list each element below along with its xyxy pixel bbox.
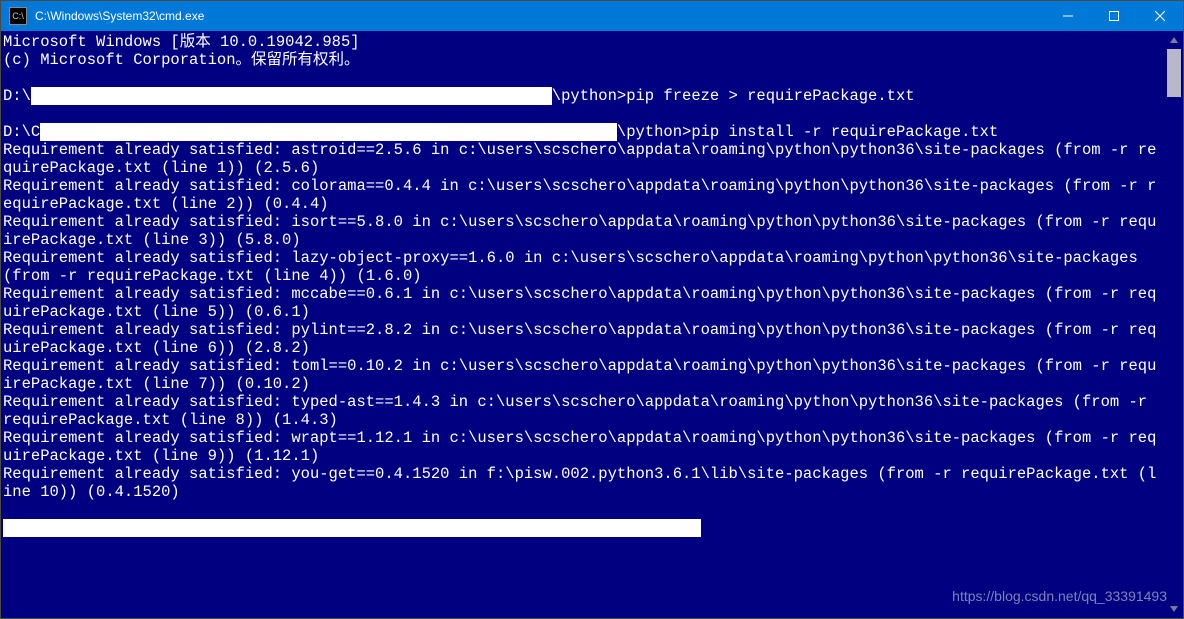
cmd-icon-text: C:\ bbox=[12, 11, 24, 21]
scroll-down-button[interactable] bbox=[1165, 600, 1183, 618]
output-toml: Requirement already satisfied: toml==0.1… bbox=[3, 357, 1156, 393]
prompt-1-cmd: \python>pip freeze > requirePackage.txt bbox=[552, 87, 915, 105]
scroll-thumb[interactable] bbox=[1167, 49, 1181, 97]
redacted-path-2 bbox=[40, 123, 617, 141]
output-pylint: Requirement already satisfied: pylint==2… bbox=[3, 321, 1156, 357]
close-button[interactable] bbox=[1137, 1, 1183, 31]
output-mccabe: Requirement already satisfied: mccabe==0… bbox=[3, 285, 1156, 321]
header-line-1: Microsoft Windows [版本 10.0.19042.985] bbox=[3, 33, 360, 51]
maximize-button[interactable] bbox=[1091, 1, 1137, 31]
cmd-window: C:\ C:\Windows\System32\cmd.exe Microsof… bbox=[0, 0, 1184, 619]
output-typed-ast: Requirement already satisfied: typed-ast… bbox=[3, 393, 1156, 429]
prompt-2-prefix: D:\C bbox=[3, 123, 40, 141]
output-colorama: Requirement already satisfied: colorama=… bbox=[3, 177, 1156, 213]
header-line-2: (c) Microsoft Corporation。保留所有权利。 bbox=[3, 51, 360, 69]
prompt-1-prefix: D:\ bbox=[3, 87, 31, 105]
output-isort: Requirement already satisfied: isort==5.… bbox=[3, 213, 1156, 249]
scroll-up-button[interactable] bbox=[1165, 31, 1183, 49]
scrollbar[interactable] bbox=[1165, 31, 1183, 618]
minimize-button[interactable] bbox=[1045, 1, 1091, 31]
cmd-icon: C:\ bbox=[9, 7, 27, 25]
redacted-line-3 bbox=[3, 519, 701, 537]
output-wrapt: Requirement already satisfied: wrapt==1.… bbox=[3, 429, 1156, 465]
prompt-2-cmd: \python>pip install -r requirePackage.tx… bbox=[617, 123, 998, 141]
output-you-get: Requirement already satisfied: you-get==… bbox=[3, 465, 1156, 501]
watermark-text: https://blog.csdn.net/qq_33391493 bbox=[952, 588, 1167, 604]
titlebar[interactable]: C:\ C:\Windows\System32\cmd.exe bbox=[1, 1, 1183, 31]
output-astroid: Requirement already satisfied: astroid==… bbox=[3, 141, 1156, 177]
redacted-path-1 bbox=[31, 87, 552, 105]
output-lazy-object-proxy: Requirement already satisfied: lazy-obje… bbox=[3, 249, 1147, 285]
terminal-output[interactable]: Microsoft Windows [版本 10.0.19042.985] (c… bbox=[1, 31, 1165, 618]
window-title: C:\Windows\System32\cmd.exe bbox=[33, 9, 1045, 23]
